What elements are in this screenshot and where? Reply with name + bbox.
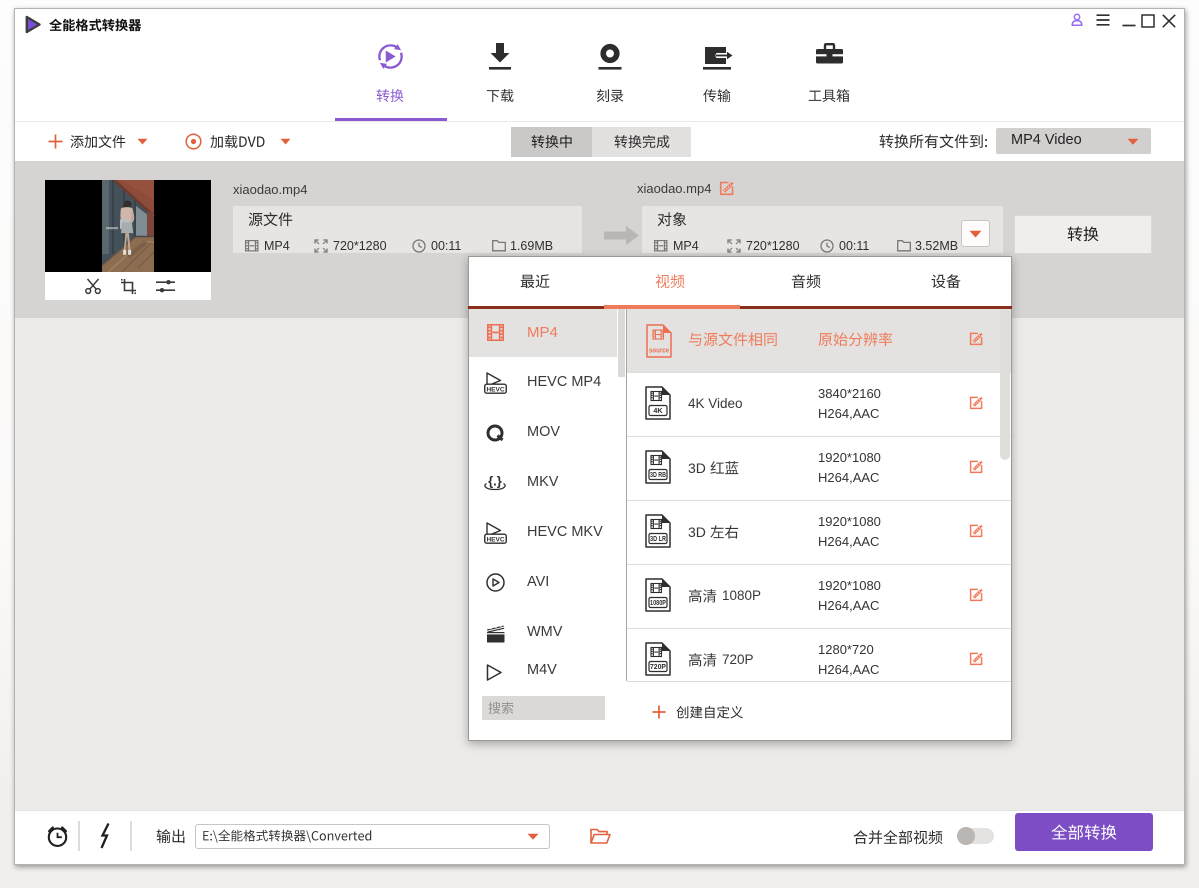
svg-text:4K: 4K (653, 406, 663, 415)
svg-text:source: source (649, 346, 669, 355)
svg-text:1080P: 1080P (650, 598, 666, 607)
svg-text:{.}: {.} (488, 474, 502, 489)
svg-text:720P: 720P (650, 662, 666, 671)
svg-text:3D LR: 3D LR (650, 534, 667, 543)
svg-text:HEVC: HEVC (486, 386, 504, 393)
svg-text:3D RB: 3D RB (650, 470, 666, 479)
svg-text:HEVC: HEVC (486, 536, 504, 543)
